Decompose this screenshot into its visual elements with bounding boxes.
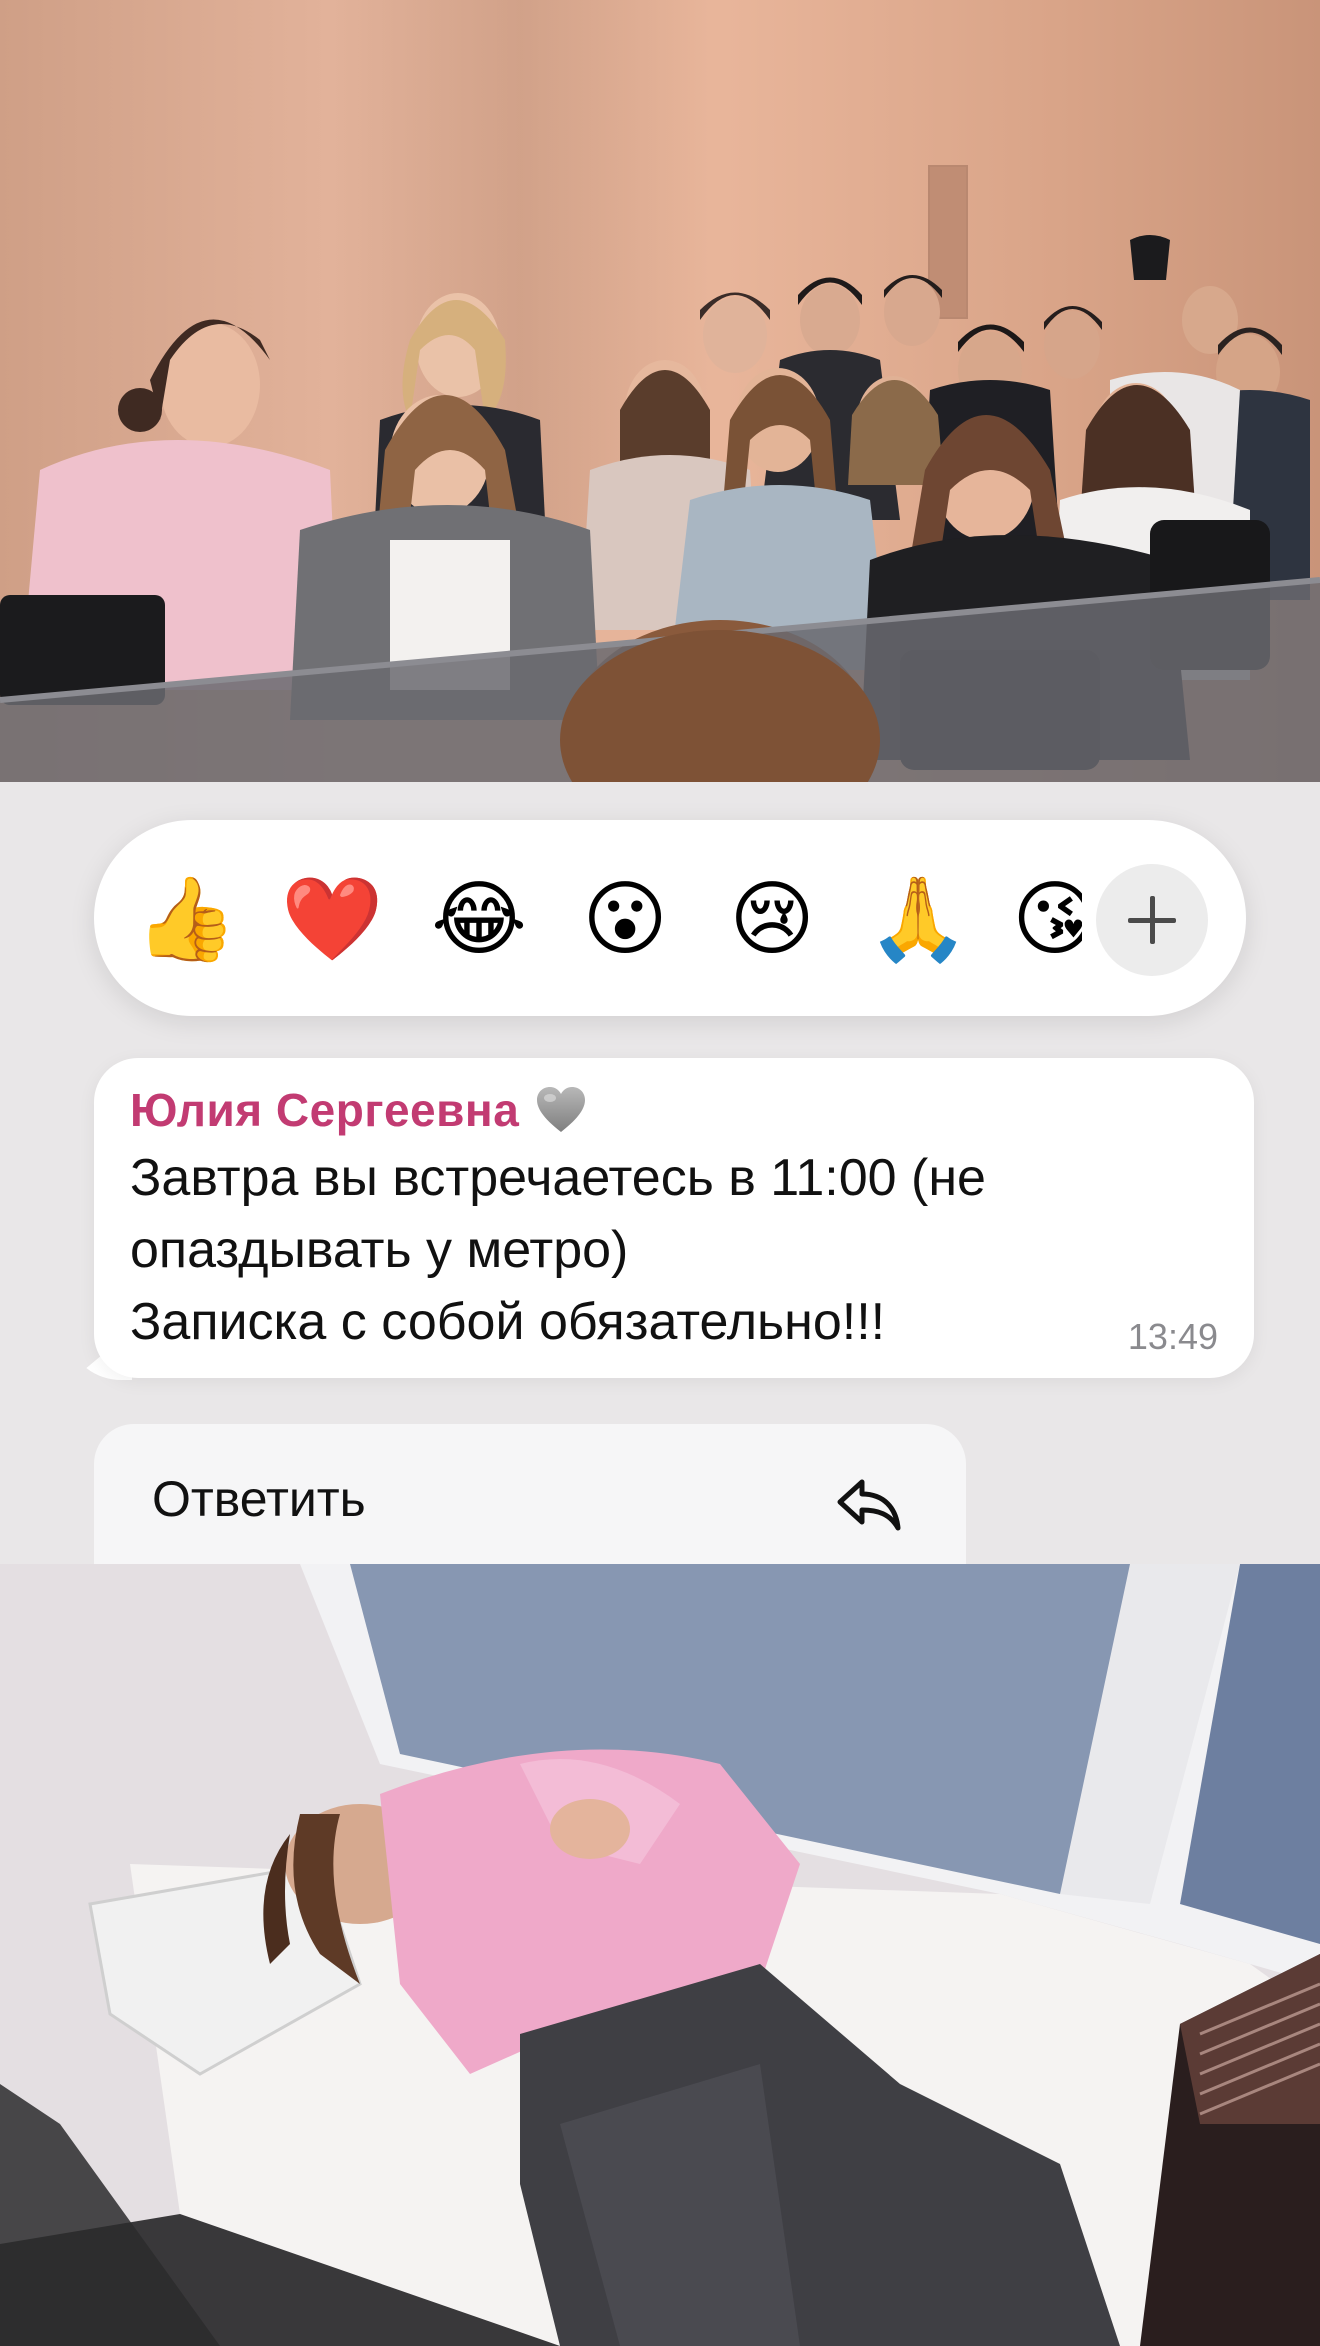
reply-menu-item[interactable]: Ответить bbox=[94, 1424, 966, 1564]
reaction-heart-kiss[interactable]: 😘 bbox=[1012, 868, 1082, 972]
add-reaction-button[interactable] bbox=[1096, 864, 1208, 976]
reaction-crying[interactable]: 😢 bbox=[720, 868, 824, 972]
window-sill-scene bbox=[0, 1564, 1320, 2346]
classroom-photo bbox=[0, 0, 1320, 782]
window-sill-photo bbox=[0, 1564, 1320, 2346]
message-text: Завтра вы встречаетесь в 11:00 (не опазд… bbox=[130, 1142, 1170, 1358]
reaction-surprised[interactable]: 😮 bbox=[573, 868, 677, 972]
reaction-folded-hands[interactable]: 🙏 bbox=[866, 868, 970, 972]
reply-label: Ответить bbox=[152, 1471, 366, 1527]
grey-heart-icon bbox=[537, 1087, 586, 1132]
reaction-bar: 👍 ❤️ 😂 😮 😢 🙏 😘 bbox=[94, 820, 1246, 1016]
sender-name[interactable]: Юлия Сергеевна bbox=[130, 1083, 519, 1137]
message-bubble[interactable]: Юлия Сергеевна Завтра вы встречаетесь в … bbox=[94, 1058, 1254, 1378]
message-timestamp: 13:49 bbox=[1127, 1316, 1218, 1357]
reaction-thumbs-up[interactable]: 👍 bbox=[134, 868, 238, 972]
sender-row: Юлия Сергеевна bbox=[130, 1078, 589, 1142]
message-line: Завтра вы встречаетесь в 11:00 (не bbox=[130, 1149, 986, 1207]
reply-arrow-icon bbox=[837, 1479, 901, 1531]
classroom-scene bbox=[0, 235, 1320, 782]
message-line: Записка с собой обязательно!!! bbox=[130, 1293, 886, 1351]
message-line: опаздывать у метро) bbox=[130, 1221, 629, 1279]
reaction-heart[interactable]: ❤️ bbox=[280, 868, 384, 972]
context-menu: Ответить bbox=[94, 1424, 966, 1564]
reaction-tears-of-joy[interactable]: 😂 bbox=[427, 868, 531, 972]
